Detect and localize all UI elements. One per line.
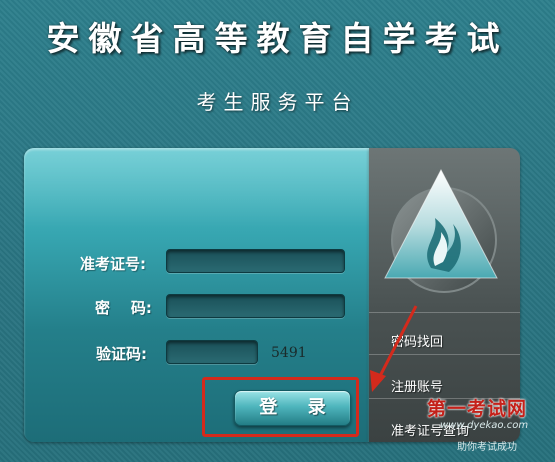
captcha-label: 验证码: [96, 345, 147, 363]
password-input[interactable] [166, 294, 345, 318]
red-arrow-icon [370, 305, 418, 392]
triangle-flame-logo-icon [369, 148, 520, 308]
watermark-url: www.dyekao.com [440, 420, 529, 431]
watermark-title: 第一考试网 [427, 398, 528, 420]
exam-id-input[interactable] [166, 249, 345, 273]
page-title: 安徽省高等教育自学考试 [46, 19, 509, 58]
captcha-input[interactable] [166, 340, 258, 364]
login-button-highlight-box [202, 377, 359, 437]
watermark-slogan: 助你考试成功 [457, 442, 517, 453]
page-subtitle: 考生服务平台 [196, 90, 359, 114]
captcha-code[interactable]: 5491 [271, 345, 307, 361]
panel-gloss [24, 148, 369, 228]
password-label: 密 码: [95, 299, 152, 317]
exam-id-label: 准考证号: [80, 255, 146, 273]
